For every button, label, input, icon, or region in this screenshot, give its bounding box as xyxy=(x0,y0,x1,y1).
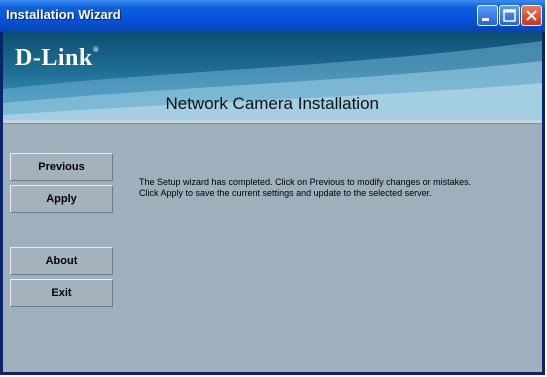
maximize-icon xyxy=(503,9,516,22)
installation-wizard-window: Installation Wizard D-Link® Network Came… xyxy=(0,0,545,375)
header-banner: D-Link® Network Camera Installation xyxy=(3,31,542,120)
header-divider-shadow xyxy=(3,123,542,124)
close-button[interactable] xyxy=(521,5,542,26)
message-line: The Setup wizard has completed. Click on… xyxy=(139,177,472,187)
title-bar[interactable]: Installation Wizard xyxy=(0,0,545,32)
previous-button[interactable]: Previous xyxy=(10,153,113,181)
minimize-button[interactable] xyxy=(477,5,498,26)
exit-button[interactable]: Exit xyxy=(10,279,113,307)
wizard-content: D-Link® Network Camera Installation Prev… xyxy=(3,31,542,372)
apply-button[interactable]: Apply xyxy=(10,185,113,213)
close-icon xyxy=(526,10,537,21)
about-button[interactable]: About xyxy=(10,247,113,275)
page-title: Network Camera Installation xyxy=(165,94,379,113)
minimize-icon xyxy=(482,18,489,21)
completion-message: The Setup wizard has completed. Click on… xyxy=(139,177,537,199)
window-title: Installation Wizard xyxy=(6,7,121,22)
dlink-logo: D-Link® xyxy=(15,45,100,71)
maximize-button[interactable] xyxy=(499,5,520,26)
message-line: Click Apply to save the current settings… xyxy=(139,188,432,198)
